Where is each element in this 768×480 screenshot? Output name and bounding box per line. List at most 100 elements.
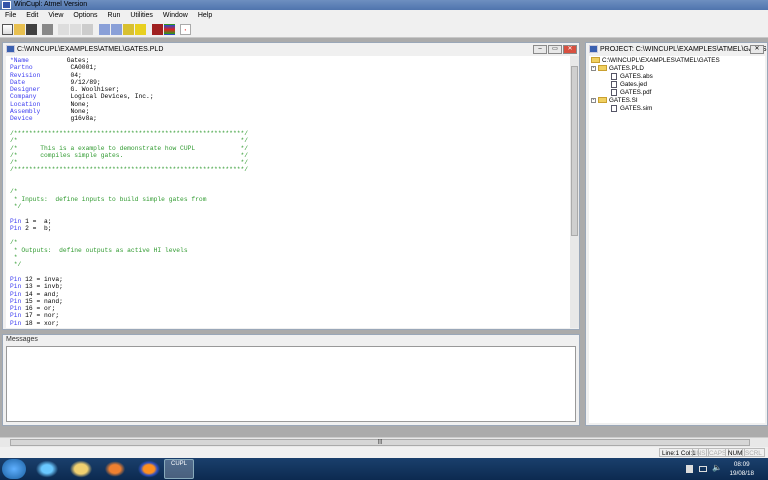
- tree-file-label: Gates.jed: [620, 81, 647, 89]
- menu-view[interactable]: View: [43, 10, 68, 22]
- code-text: Logical Devices, Inc.;: [36, 93, 154, 101]
- open-folder-icon[interactable]: [14, 24, 25, 35]
- code-line: Partno CA0001;: [10, 64, 570, 71]
- vertical-scrollbar[interactable]: [570, 56, 579, 328]
- horizontal-scrollbar[interactable]: |||: [0, 437, 768, 447]
- tree-file[interactable]: GATES.abs: [611, 73, 653, 81]
- app-icon: [2, 1, 11, 9]
- menu-window[interactable]: Window: [158, 10, 193, 22]
- code-line: Pin 2 = b;: [10, 225, 570, 232]
- code-line: Assembly None;: [10, 108, 570, 115]
- collapse-icon[interactable]: -: [591, 65, 596, 71]
- close-button[interactable]: ✕: [563, 45, 577, 54]
- chip-icon[interactable]: [152, 24, 163, 35]
- code-editor[interactable]: *Name Gates; Partno CA0001; Revision 04; Da…: [6, 56, 570, 328]
- code-line: */: [10, 203, 570, 210]
- tree-group-si[interactable]: - GATES.SI: [591, 97, 638, 105]
- tree-file[interactable]: GATES.sim: [611, 105, 652, 113]
- tree-group-label: GATES.SI: [609, 97, 638, 104]
- messages-label: Messages: [6, 336, 38, 343]
- code-text: 04;: [40, 71, 82, 79]
- file-explorer-icon[interactable]: [68, 459, 94, 479]
- code-line: */: [10, 261, 570, 268]
- scrollbar-thumb[interactable]: [571, 66, 578, 236]
- menu-file[interactable]: File: [0, 10, 21, 22]
- save-icon[interactable]: [26, 24, 37, 35]
- code-line: Device g16v8a;: [10, 115, 570, 122]
- copy-icon[interactable]: [70, 24, 81, 35]
- collapse-icon[interactable]: -: [591, 97, 596, 103]
- app-title: WinCupl: Atmel Version: [14, 1, 88, 8]
- scrollbar-thumb[interactable]: |||: [10, 439, 750, 446]
- new-file-icon[interactable]: [2, 24, 13, 35]
- volume-icon[interactable]: 🔈: [712, 463, 722, 472]
- media-player-icon[interactable]: [102, 459, 128, 479]
- network-icon[interactable]: [699, 466, 707, 472]
- code-text: G. Woolhiser;: [40, 86, 120, 94]
- project-close-button[interactable]: ✕: [750, 45, 764, 54]
- code-line: /* */: [10, 159, 570, 166]
- code-keyword: Pin: [10, 224, 22, 232]
- device-simulate-icon[interactable]: [135, 24, 146, 35]
- code-text: None;: [40, 108, 90, 116]
- toolbar: ▪: [0, 22, 768, 38]
- start-button[interactable]: [2, 459, 26, 479]
- menu-edit[interactable]: Edit: [21, 10, 43, 22]
- firefox-icon[interactable]: [136, 459, 162, 479]
- code-keyword: Pin: [10, 290, 22, 298]
- code-line: *Name Gates;: [10, 57, 570, 64]
- project-pane: PROJECT: C:\WINCUPL\EXAMPLES\ATMEL\GATES…: [585, 42, 768, 426]
- code-comment: * Outputs: define outputs as active HI l…: [10, 246, 188, 254]
- simulate-icon[interactable]: [123, 24, 134, 35]
- messages-output[interactable]: [6, 346, 576, 422]
- tree-group-pld[interactable]: - GATES.PLD: [591, 65, 644, 73]
- print-icon[interactable]: [42, 24, 53, 35]
- system-clock[interactable]: 08:09 19/08/18: [729, 460, 754, 478]
- code-keyword: Date: [10, 78, 26, 86]
- file-icon: [611, 81, 617, 88]
- code-line: Pin 17 = nor;: [10, 312, 570, 319]
- menu-options[interactable]: Options: [68, 10, 102, 22]
- code-text: Gates;: [28, 57, 90, 64]
- code-text: 17 = nor;: [21, 312, 60, 320]
- menu-run[interactable]: Run: [103, 10, 126, 22]
- code-comment: /* */: [10, 137, 249, 145]
- code-line: * Inputs: define inputs to build simple …: [10, 196, 570, 203]
- menu-help[interactable]: Help: [193, 10, 217, 22]
- folder-icon: [591, 57, 600, 64]
- code-text: 14 = and;: [21, 290, 60, 298]
- tree-file[interactable]: Gates.jed: [611, 81, 647, 89]
- action-center-icon[interactable]: [686, 465, 693, 473]
- internet-explorer-icon[interactable]: [34, 459, 60, 479]
- minimize-button[interactable]: –: [533, 45, 547, 54]
- restore-button[interactable]: ▭: [548, 45, 562, 54]
- code-line: * Outputs: define outputs as active HI l…: [10, 247, 570, 254]
- paste-icon[interactable]: [82, 24, 93, 35]
- cupl-icon[interactable]: ▪: [180, 24, 191, 35]
- file-icon: [611, 73, 617, 80]
- device-compile-icon[interactable]: [111, 24, 122, 35]
- code-comment: */: [10, 261, 22, 269]
- code-text: 1 = a;: [21, 217, 52, 225]
- code-keyword: Assembly: [10, 108, 41, 116]
- code-keyword: Pin: [10, 297, 22, 305]
- code-line: Pin 1 = a;: [10, 218, 570, 225]
- code-keyword: Pin: [10, 305, 22, 313]
- cut-icon[interactable]: [58, 24, 69, 35]
- wincupl-taskbar-button[interactable]: CUPL: [164, 459, 194, 479]
- code-line: *: [10, 254, 570, 261]
- taskbar: CUPL 🔈 08:09 19/08/18: [0, 458, 768, 480]
- tree-root[interactable]: C:\WINCUPL\EXAMPLES\ATMEL\GATES: [591, 57, 720, 65]
- code-text: 9/12/89;: [25, 78, 101, 86]
- code-text: 18 = xor;: [21, 319, 60, 327]
- compile-icon[interactable]: [99, 24, 110, 35]
- waveform-icon[interactable]: [164, 24, 175, 35]
- menu-utilities[interactable]: Utilities: [125, 10, 158, 22]
- folder-icon: [598, 97, 607, 104]
- file-icon: [611, 89, 617, 96]
- tree-file[interactable]: GATES.pdf: [611, 89, 651, 97]
- code-line: /***************************************…: [10, 166, 570, 173]
- code-line: /***************************************…: [10, 130, 570, 137]
